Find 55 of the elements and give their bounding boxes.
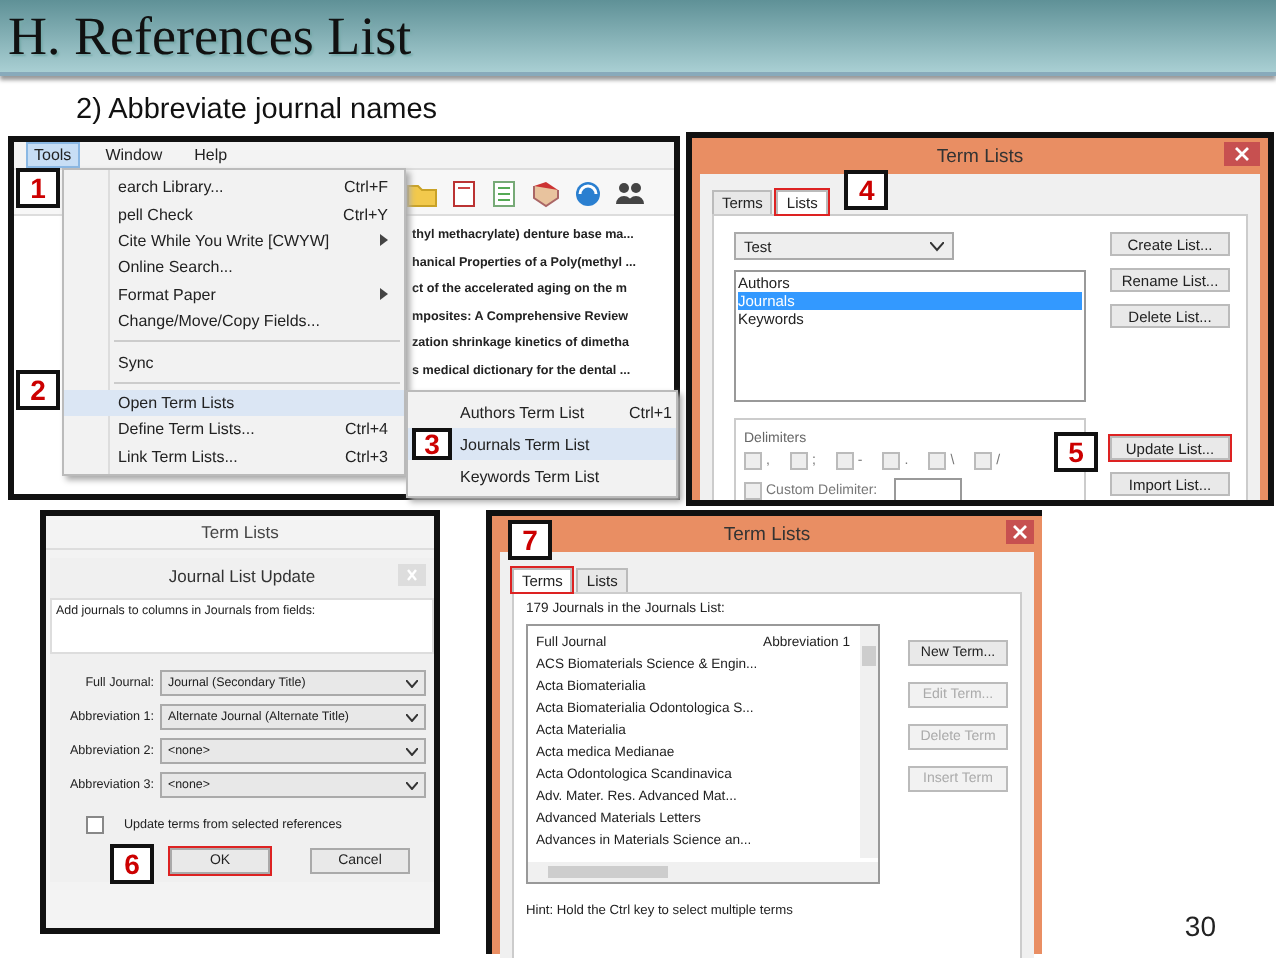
people-icon[interactable] [614, 180, 646, 208]
menubar-item[interactable]: Help [188, 144, 234, 166]
page-number: 30 [1184, 910, 1216, 942]
slide-subtitle: 2) Abbreviate journal names [74, 92, 440, 126]
submenu-arrow-icon [380, 288, 388, 301]
list-icon[interactable] [490, 180, 518, 208]
close-icon[interactable] [1224, 142, 1260, 166]
menu-item[interactable]: Sync [64, 348, 404, 376]
menu-item[interactable]: Authors Term List Ctrl+1 [408, 396, 676, 428]
menu-item[interactable]: Format Paper [64, 281, 404, 308]
checkbox[interactable] [974, 452, 993, 470]
menu-item[interactable]: Cite While You Write [CWYW] [64, 227, 404, 255]
folder-icon[interactable] [406, 180, 438, 208]
caret-icon [406, 713, 418, 721]
checkbox[interactable] [928, 452, 947, 470]
window-title: Term Lists [46, 516, 434, 550]
menu-item[interactable]: Link Term Lists... Ctrl+3 [64, 443, 404, 470]
submenu-arrow-icon [380, 234, 388, 247]
caret-icon [930, 241, 944, 251]
caret-icon [406, 747, 418, 755]
menubar-item[interactable]: Tools [26, 142, 80, 168]
step-number: 4 [844, 170, 889, 210]
close-icon[interactable] [1006, 520, 1034, 544]
menu-item[interactable]: 3 Journals Term List [408, 428, 676, 460]
window-title: Term Lists [723, 523, 811, 545]
menu-item[interactable]: Keywords Term List [408, 460, 676, 492]
horizontal-scrollbar[interactable] [528, 862, 878, 882]
step-number: 5 [1054, 432, 1098, 472]
step-number: 7 [508, 520, 552, 560]
menu-item[interactable]: Online Search... [64, 254, 404, 282]
menu-item[interactable]: Open Term Lists [64, 389, 404, 417]
menu-item[interactable]: earch Library... Ctrl+F [64, 174, 404, 201]
checkbox[interactable] [789, 452, 808, 470]
checkbox[interactable] [835, 452, 854, 470]
checkbox[interactable] [744, 452, 762, 470]
menu-item[interactable]: Define Term Lists... Ctrl+4 [64, 416, 404, 444]
globe-icon[interactable] [574, 180, 602, 208]
document-icon[interactable] [450, 180, 478, 208]
vertical-scrollbar[interactable] [860, 626, 878, 858]
checkbox[interactable] [86, 816, 104, 834]
step-number: 1 [16, 168, 60, 208]
menu-item[interactable]: pell Check Ctrl+Y [64, 200, 404, 228]
checkbox[interactable] [744, 481, 762, 499]
slide-title: H. References List [8, 5, 412, 67]
step-number: 2 [16, 369, 60, 410]
menu-item[interactable]: Change/Move/Copy Fields... [64, 307, 404, 335]
step-number: 3 [412, 428, 452, 460]
menubar-item[interactable]: Window [99, 144, 169, 166]
dialog-title: Journal List Update [168, 566, 316, 586]
checkbox[interactable] [882, 452, 901, 470]
step-number: 6 [110, 844, 154, 884]
caret-icon [406, 679, 418, 687]
input-field[interactable] [893, 478, 962, 500]
window-title: Term Lists [936, 145, 1024, 167]
caret-icon [406, 781, 418, 789]
